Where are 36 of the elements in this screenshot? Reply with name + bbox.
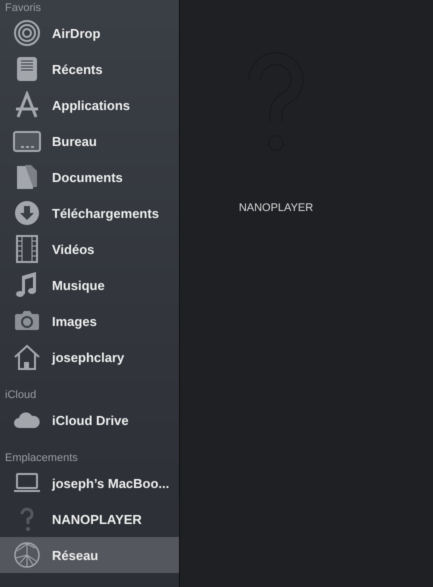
item-label: josephclary: [52, 350, 124, 364]
item-label: NANOPLAYER: [52, 512, 142, 526]
house-icon: [13, 343, 41, 371]
sidebar-item[interactable]: iCloud Drive: [0, 402, 179, 438]
sidebar-item[interactable]: Téléchargements: [0, 195, 179, 231]
item-label: Bureau: [52, 134, 97, 148]
concentric-rings-icon: [13, 19, 41, 47]
item-label: Récents: [52, 62, 103, 76]
item-label: joseph’s MacBoo...: [52, 476, 170, 490]
sidebar-item[interactable]: Musique: [0, 267, 179, 303]
sidebar-item[interactable]: Images: [0, 303, 179, 339]
item-label: Applications: [52, 98, 130, 112]
item-label: Vidéos: [52, 242, 94, 256]
item-label: Téléchargements: [52, 206, 159, 220]
sidebar-item[interactable]: NANOPLAYER: [0, 501, 179, 537]
sidebar-item[interactable]: Récents: [0, 51, 179, 87]
item-label: iCloud Drive: [52, 412, 129, 428]
section-header: Favoris: [4, 1, 42, 15]
section-header: Emplacements: [4, 451, 79, 465]
item-label: AirDrop: [52, 26, 100, 40]
sidebar-item[interactable]: Vidéos: [0, 231, 179, 267]
sidebar-item[interactable]: Applications: [0, 87, 179, 123]
file-name[interactable]: NANOPLAYER: [238, 202, 314, 214]
sidebar-item[interactable]: Bureau: [0, 123, 179, 159]
item-label: Documents: [52, 170, 123, 184]
sidebar-item[interactable]: Réseau: [0, 537, 179, 573]
sidebar-item[interactable]: josephclary: [0, 339, 179, 375]
sidebar-item[interactable]: joseph’s MacBoo...: [0, 465, 179, 501]
item-label: Réseau: [52, 548, 98, 562]
sidebar-item[interactable]: Documents: [0, 159, 179, 195]
film-strip-icon: [13, 235, 41, 263]
sidebar-item[interactable]: AirDrop: [0, 15, 179, 51]
section-header: iCloud: [4, 388, 38, 402]
item-label: Images: [52, 314, 97, 328]
app-letter-icon: [13, 91, 41, 119]
item-label: Musique: [52, 278, 105, 292]
